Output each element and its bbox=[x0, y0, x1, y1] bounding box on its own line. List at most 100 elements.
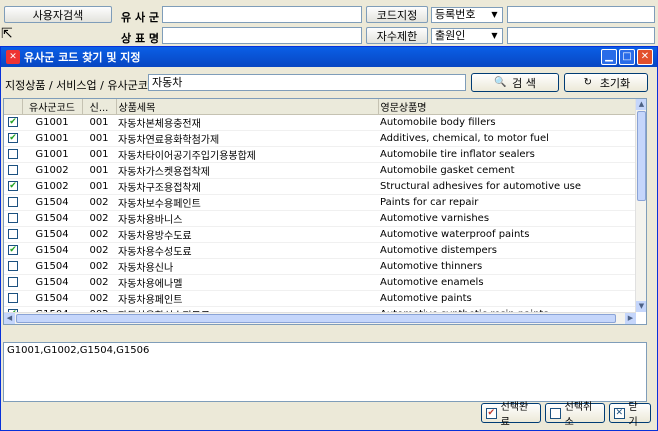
close-window-button[interactable]: ✕ bbox=[637, 49, 653, 65]
row-checkbox[interactable] bbox=[4, 258, 22, 275]
col-product-name[interactable]: 상품세목 bbox=[116, 99, 379, 115]
applicant-field[interactable] bbox=[507, 27, 655, 44]
selected-codes-textarea[interactable]: G1001,G1002,G1504,G1506 bbox=[3, 342, 647, 402]
checkbox-icon[interactable] bbox=[8, 213, 18, 223]
close-button[interactable]: ✕ 닫기 bbox=[609, 402, 651, 428]
row-version: 002 bbox=[82, 194, 116, 211]
table-row[interactable]: G1504 002 자동차용신나 Automotive thinners bbox=[4, 258, 636, 275]
row-version: 001 bbox=[82, 178, 116, 195]
checkbox-icon[interactable] bbox=[8, 261, 18, 271]
checkbox-icon[interactable] bbox=[8, 229, 18, 239]
mouse-cursor-icon: ⇱ bbox=[1, 26, 13, 42]
table-row[interactable]: G1001 001 자동차타이어공기주입기용봉합제 Automobile tire i… bbox=[4, 146, 636, 163]
row-version: 002 bbox=[82, 226, 116, 243]
table-row[interactable]: G1504 002 자동차용에나멜 Automotive enamels bbox=[4, 274, 636, 291]
row-english-name: Automotive enamels bbox=[378, 274, 636, 291]
row-checkbox[interactable] bbox=[4, 290, 22, 307]
checkbox-icon[interactable]: ✔ bbox=[8, 245, 18, 255]
reg-number-field[interactable] bbox=[507, 6, 655, 23]
row-code: G1504 bbox=[22, 274, 82, 291]
user-search-button[interactable]: 사용자검색 bbox=[4, 6, 112, 23]
col-check[interactable] bbox=[4, 99, 23, 115]
table-row[interactable]: G1504 002 자동차용바니스 Automotive varnishes bbox=[4, 210, 636, 227]
row-product-name: 자동차연료용화학첨가제 bbox=[116, 130, 378, 147]
row-english-name: Automotive thinners bbox=[378, 258, 636, 275]
close-button-label: 닫기 bbox=[628, 402, 638, 428]
table-row[interactable]: ✔ G1001 001 자동차본체용충전재 Automobile body filler… bbox=[4, 114, 636, 131]
reg-number-select[interactable]: 등록번호 ▼ bbox=[431, 7, 503, 23]
vertical-scrollbar[interactable]: ▲ ▼ bbox=[635, 99, 646, 312]
col-version[interactable]: 신... bbox=[82, 99, 117, 115]
row-product-name: 자동차타이어공기주입기용봉합제 bbox=[116, 146, 378, 163]
row-version: 001 bbox=[82, 114, 116, 131]
search-button[interactable]: 🔍 검 색 bbox=[471, 73, 559, 92]
scroll-right-icon[interactable]: ▶ bbox=[625, 313, 636, 324]
scroll-down-icon[interactable]: ▼ bbox=[636, 301, 646, 312]
row-version: 001 bbox=[82, 146, 116, 163]
row-version: 002 bbox=[82, 290, 116, 307]
reset-button[interactable]: ↻ 초기화 bbox=[564, 73, 648, 92]
horizontal-scrollbar[interactable]: ◀ ▶ bbox=[4, 312, 636, 324]
table-row[interactable]: ✔ G1002 001 자동차구조용접착제 Structural adhesives f… bbox=[4, 178, 636, 195]
mark-name-field[interactable] bbox=[162, 27, 362, 44]
confirm-selection-button[interactable]: ✔ 선택완료 bbox=[481, 402, 541, 428]
table-row[interactable]: G1504 002 자동차용페인트 Automotive paints bbox=[4, 290, 636, 307]
char-limit-button[interactable]: 자수제한 bbox=[366, 27, 428, 44]
checkbox-icon[interactable]: ✔ bbox=[8, 117, 18, 127]
table-row[interactable]: G1504 002 자동차용방수도료 Automotive waterproof pa… bbox=[4, 226, 636, 243]
dialog-titlebar[interactable]: ✕ 유사군 코드 찾기 및 지정 ▁ □ ✕ bbox=[1, 47, 657, 67]
reset-button-label: 초기화 bbox=[599, 76, 631, 90]
row-english-name: Automotive distempers bbox=[378, 242, 636, 259]
row-english-name: Automobile gasket cement bbox=[378, 162, 636, 179]
applicant-select[interactable]: 출원인 ▼ bbox=[431, 28, 503, 44]
row-version: 001 bbox=[82, 162, 116, 179]
cancel-selection-label: 선택취소 bbox=[564, 402, 593, 428]
row-checkbox[interactable] bbox=[4, 226, 22, 243]
row-checkbox[interactable] bbox=[4, 194, 22, 211]
row-checkbox[interactable]: ✔ bbox=[4, 130, 22, 147]
table-row[interactable]: G1504 002 자동차보수용페인트 Paints for car repair bbox=[4, 194, 636, 211]
row-code: G1002 bbox=[22, 178, 82, 195]
checkbox-icon[interactable]: ✔ bbox=[8, 181, 18, 191]
result-grid: 유사군코드 신... 상품세목 영문상품명 ✔ G1001 001 자동차본체용충전재… bbox=[3, 98, 647, 325]
app-icon: ✕ bbox=[6, 50, 20, 64]
row-checkbox[interactable]: ✔ bbox=[4, 178, 22, 195]
check-icon: ✔ bbox=[486, 407, 497, 419]
similar-code-dialog: ✕ 유사군 코드 찾기 및 지정 ▁ □ ✕ 지정상품 / 서비스업 / 유사군… bbox=[0, 46, 658, 431]
checkbox-icon[interactable]: ✔ bbox=[8, 133, 18, 143]
row-product-name: 자동차용바니스 bbox=[116, 210, 378, 227]
checkbox-icon[interactable] bbox=[8, 149, 18, 159]
row-version: 002 bbox=[82, 210, 116, 227]
maximize-button[interactable]: □ bbox=[619, 49, 635, 65]
row-checkbox[interactable]: ✔ bbox=[4, 242, 22, 259]
cancel-selection-button[interactable]: 선택취소 bbox=[545, 402, 605, 428]
minimize-button[interactable]: ▁ bbox=[601, 49, 617, 65]
checkbox-icon[interactable] bbox=[8, 293, 18, 303]
hscroll-thumb[interactable] bbox=[16, 314, 616, 323]
row-product-name: 자동차보수용페인트 bbox=[116, 194, 378, 211]
row-checkbox[interactable] bbox=[4, 210, 22, 227]
table-row[interactable]: ✔ G1001 001 자동차연료용화학첨가제 Additives, chemical,… bbox=[4, 130, 636, 147]
scroll-left-icon[interactable]: ◀ bbox=[4, 313, 15, 324]
row-code: G1504 bbox=[22, 258, 82, 275]
scroll-up-icon[interactable]: ▲ bbox=[636, 99, 646, 110]
table-row[interactable]: G1002 001 자동차가스켓용접착제 Automobile gasket ceme… bbox=[4, 162, 636, 179]
table-row[interactable]: ✔ G1504 002 자동차용수성도료 Automotive distempers bbox=[4, 242, 636, 259]
row-product-name: 자동차용신나 bbox=[116, 258, 378, 275]
checkbox-icon[interactable] bbox=[8, 277, 18, 287]
col-english-name[interactable]: 영문상품명 bbox=[378, 99, 637, 115]
code-assign-button[interactable]: 코드지정 bbox=[366, 6, 428, 23]
top-form: 사용자검색 유 사 군 코드지정 등록번호 ▼ 상 표 명 자수제한 출원인 ▼ ⇱ bbox=[0, 0, 658, 46]
checkbox-icon[interactable] bbox=[8, 197, 18, 207]
row-code: G1001 bbox=[22, 114, 82, 131]
scroll-thumb[interactable] bbox=[637, 111, 646, 201]
checkbox-icon[interactable] bbox=[8, 165, 18, 175]
col-code[interactable]: 유사군코드 bbox=[22, 99, 83, 115]
similar-class-field[interactable] bbox=[162, 6, 362, 23]
search-input[interactable]: 자동차 bbox=[148, 74, 466, 91]
row-checkbox[interactable] bbox=[4, 146, 22, 163]
row-english-name: Automotive paints bbox=[378, 290, 636, 307]
row-checkbox[interactable] bbox=[4, 274, 22, 291]
row-checkbox[interactable] bbox=[4, 162, 22, 179]
row-checkbox[interactable]: ✔ bbox=[4, 114, 22, 131]
